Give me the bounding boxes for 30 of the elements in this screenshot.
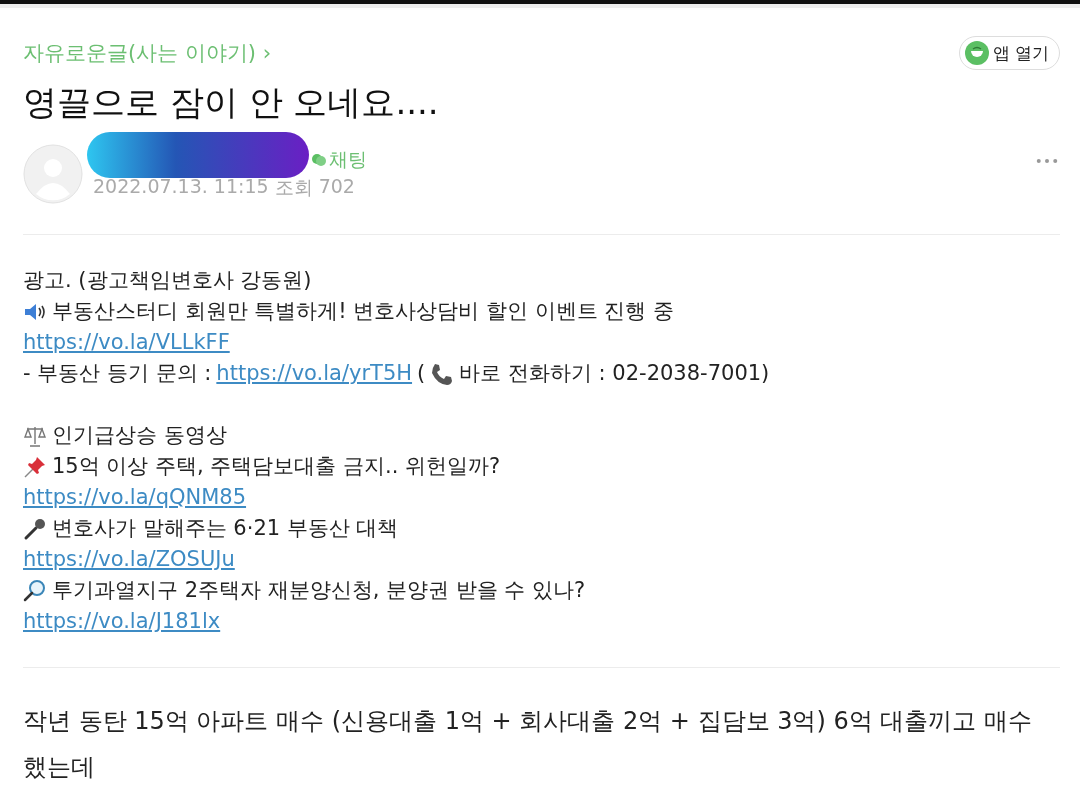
post-title: 영끌으로 잠이 안 오네요.... — [23, 81, 440, 124]
views-label: 조회 — [274, 175, 313, 200]
ad-text: 15억 이상 주택, 주택담보대출 금지.. 위헌일까? — [52, 453, 501, 480]
board-breadcrumb-link[interactable]: 자유로운글(사는 이야기) › — [23, 39, 272, 67]
link[interactable]: https://vo.la/qQNM85 — [23, 482, 247, 513]
ad-text: 인기급상승 동영상 — [52, 422, 227, 449]
pushpin-icon — [23, 454, 47, 479]
link[interactable]: https://vo.la/ZOSUJu — [23, 544, 235, 575]
open-app-button[interactable]: 앱 열기 — [958, 36, 1060, 70]
post-body-text: 작년 동탄 15억 아파트 매수 (신용대출 1억 + 회사대출 2억 + 집담보 3억) 6억 대출끼고 매수 했는데 — [23, 706, 1033, 783]
chat-link[interactable]: 채팅 — [329, 147, 367, 173]
ad-text: 부동산스터디 회원만 특별하게! 변호사상담비 할인 이벤트 진행 중 — [52, 298, 675, 325]
avatar-icon — [23, 144, 83, 204]
view-count: 702 — [318, 175, 355, 199]
ad-text: - 부동산 등기 문의 : — [23, 360, 212, 387]
post-date: 2022.07.13. 11:15 — [93, 175, 269, 199]
ad-text: 투기과열지구 2주택자 재분양신청, 분양권 받을 수 있나? — [52, 577, 586, 604]
more-icon[interactable] — [1036, 158, 1058, 164]
ad-text: 변호사가 말해주는 6·21 부동산 대책 — [52, 515, 399, 542]
chat-icon — [311, 152, 327, 168]
phone-icon — [430, 361, 455, 386]
link[interactable]: https://vo.la/yrT5H — [216, 358, 413, 389]
search-icon — [23, 578, 47, 603]
microphone-icon — [23, 516, 47, 541]
link[interactable]: https://vo.la/J181lx — [23, 606, 221, 637]
ad-text: 광고. (광고책임변호사 강동원) — [23, 267, 312, 294]
cup-icon — [964, 41, 989, 65]
link[interactable]: https://vo.la/VLLkFF — [23, 327, 230, 358]
ad-text: 바로 전화하기 : 02-2038-7001) — [459, 360, 770, 387]
ad-text: ( — [417, 360, 426, 387]
